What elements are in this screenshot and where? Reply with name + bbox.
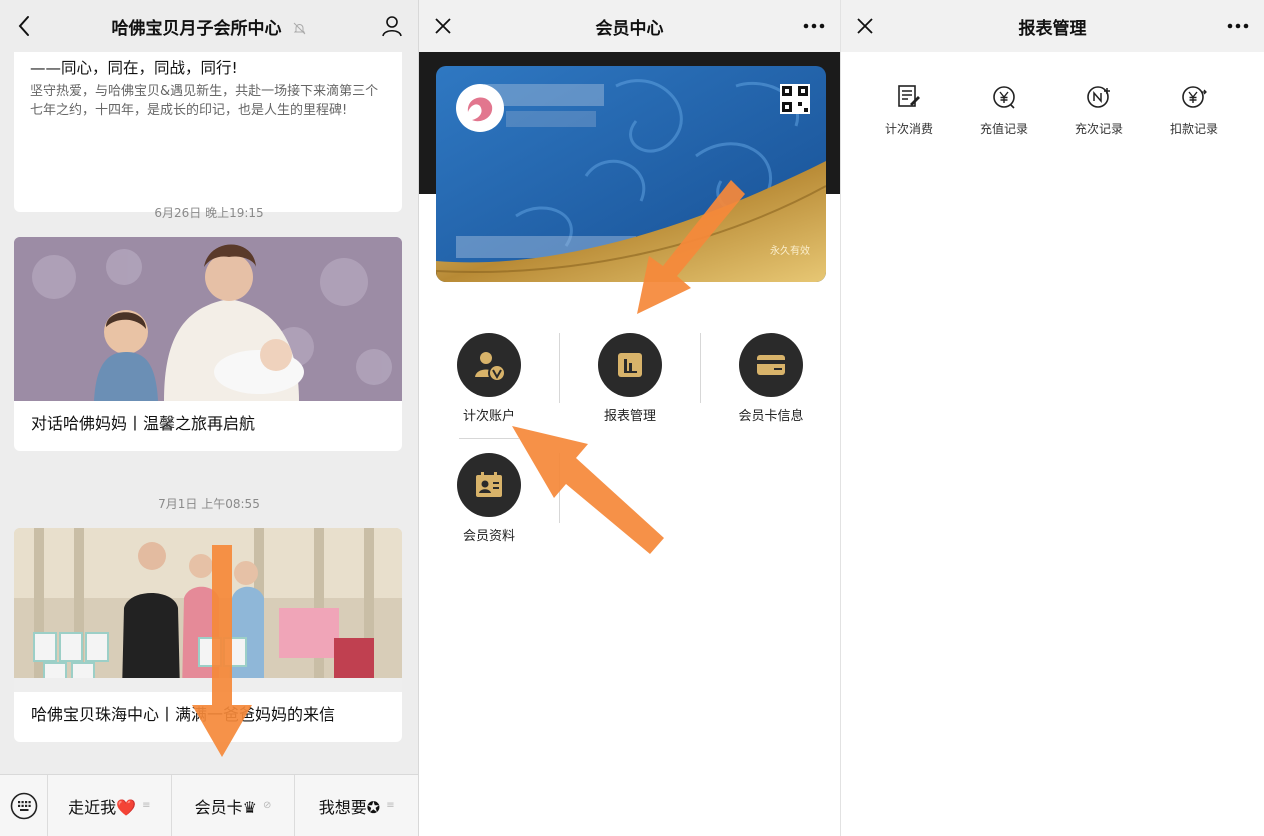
timestamp: 6月26日 晚上19:15: [154, 206, 264, 220]
timestamp: 7月1日 上午08:55: [158, 497, 260, 511]
report-circle: [598, 333, 662, 397]
document-pen-icon: [898, 85, 920, 107]
user-v-icon: [475, 352, 506, 382]
more-dots-icon: [1227, 23, 1249, 29]
profile-button[interactable]: [374, 10, 410, 42]
chat-title: 哈佛宝贝月子会所中心: [111, 18, 282, 39]
report-item-recharge-count[interactable]: 充次记录: [1054, 82, 1144, 137]
keyboard-toggle-button[interactable]: [0, 774, 48, 836]
member-profile-label: 会员资料: [462, 529, 515, 544]
card-validity-badge: 永久有效: [770, 246, 810, 257]
more-button[interactable]: [796, 10, 832, 42]
chat-title-wrap: 哈佛宝贝月子会所中心: [0, 14, 418, 39]
report-item-recharge[interactable]: 充值记录: [959, 82, 1049, 137]
bell-muted-icon: [294, 22, 306, 35]
yuan-circle-icon: [993, 86, 1015, 109]
count-account-circle: [457, 333, 521, 397]
grid-divider-h: [459, 438, 519, 439]
member-title: 会员中心: [595, 18, 664, 39]
article-photo-mother-children: [14, 237, 402, 401]
card-info-label: 会员卡信息: [738, 409, 804, 424]
chat-navbar: 哈佛宝贝月子会所中心: [0, 0, 418, 52]
n-plus-circle-icon: [1087, 86, 1110, 108]
menu-item-wants[interactable]: 我想要✪ ≡: [295, 775, 418, 836]
menu-item-about[interactable]: 走近我❤️ ≡: [48, 774, 172, 836]
report-item-count-consume[interactable]: 计次消费: [864, 82, 954, 137]
grid-item-report[interactable]: 报表管理: [560, 333, 700, 443]
member-profile-circle: [457, 453, 521, 517]
submenu-icon: ≡: [386, 800, 395, 811]
card-summary: 坚守热爱，与哈佛宝贝&遇见新生，共赴一场接下来滴第三个七年之约，十四年，是成长的…: [30, 84, 379, 118]
report-title: 报表管理: [1018, 18, 1087, 39]
cut-headline: ...: [14, 52, 402, 56]
article-title: 哈佛宝贝珠海中心丨满满一爸爸妈妈的来信: [31, 705, 336, 724]
article-photo-family-event: [14, 528, 402, 692]
card-info-circle: [739, 333, 803, 397]
report-icon: [618, 353, 642, 377]
grid-divider: [559, 453, 560, 523]
custom-menu-bar: 走近我❤️ ≡ 会员卡♛ ⊘ 我想要✪ ≡: [0, 774, 418, 836]
report-item-deduction[interactable]: 扣款记录: [1149, 82, 1239, 137]
card-headline: ——同心，同在，同战，同行!: [30, 59, 238, 77]
count-account-label: 计次账户: [462, 409, 515, 424]
yuan-swap-icon: [1182, 86, 1207, 108]
link-icon: ⊘: [262, 800, 272, 811]
article-card[interactable]: 对话哈佛妈妈丨温馨之旅再启航: [14, 237, 402, 451]
article-title: 对话哈佛妈妈丨温馨之旅再启航: [31, 414, 256, 433]
membership-card-art: [436, 66, 826, 282]
report-navbar: 报表管理: [841, 0, 1264, 52]
menu-item-member-card[interactable]: 会员卡♛ ⊘: [172, 774, 296, 836]
grid-item-member-profile[interactable]: 会员资料: [419, 453, 559, 563]
person-icon: [382, 16, 402, 37]
article-card-partial[interactable]: ... ——同心，同在，同战，同行! 坚守热爱，与哈佛宝贝&遇见新生，共赴一场接…: [14, 52, 402, 212]
report-label: 报表管理: [603, 409, 656, 424]
message-feed[interactable]: ... ——同心，同在，同战，同行! 坚守热爱，与哈佛宝贝&遇见新生，共赴一场接…: [0, 52, 418, 774]
more-button[interactable]: [1220, 10, 1256, 42]
report-management-panel: 报表管理 计次消费 充值记录 充次记录 扣款记录: [840, 0, 1264, 836]
card-icon: [757, 355, 785, 375]
profile-icon: [476, 472, 502, 497]
grid-item-card-info[interactable]: 会员卡信息: [701, 333, 840, 443]
grid-item-count-account[interactable]: 计次账户: [419, 333, 559, 443]
membership-card[interactable]: 永久有效: [436, 66, 826, 282]
submenu-icon: ≡: [142, 800, 151, 811]
member-navbar: 会员中心: [419, 0, 840, 52]
article-card[interactable]: 哈佛宝贝珠海中心丨满满一爸爸妈妈的来信: [14, 528, 402, 742]
more-dots-icon: [803, 23, 825, 29]
member-center-panel: 会员中心 永久有效 计次账户 报表管理 会员卡信息 会员资料: [418, 0, 840, 836]
official-account-chat-panel: 哈佛宝贝月子会所中心 ... ——同心，同在，同战，同行! 坚守热爱，与哈佛宝贝…: [0, 0, 418, 836]
keyboard-icon: [10, 792, 37, 819]
